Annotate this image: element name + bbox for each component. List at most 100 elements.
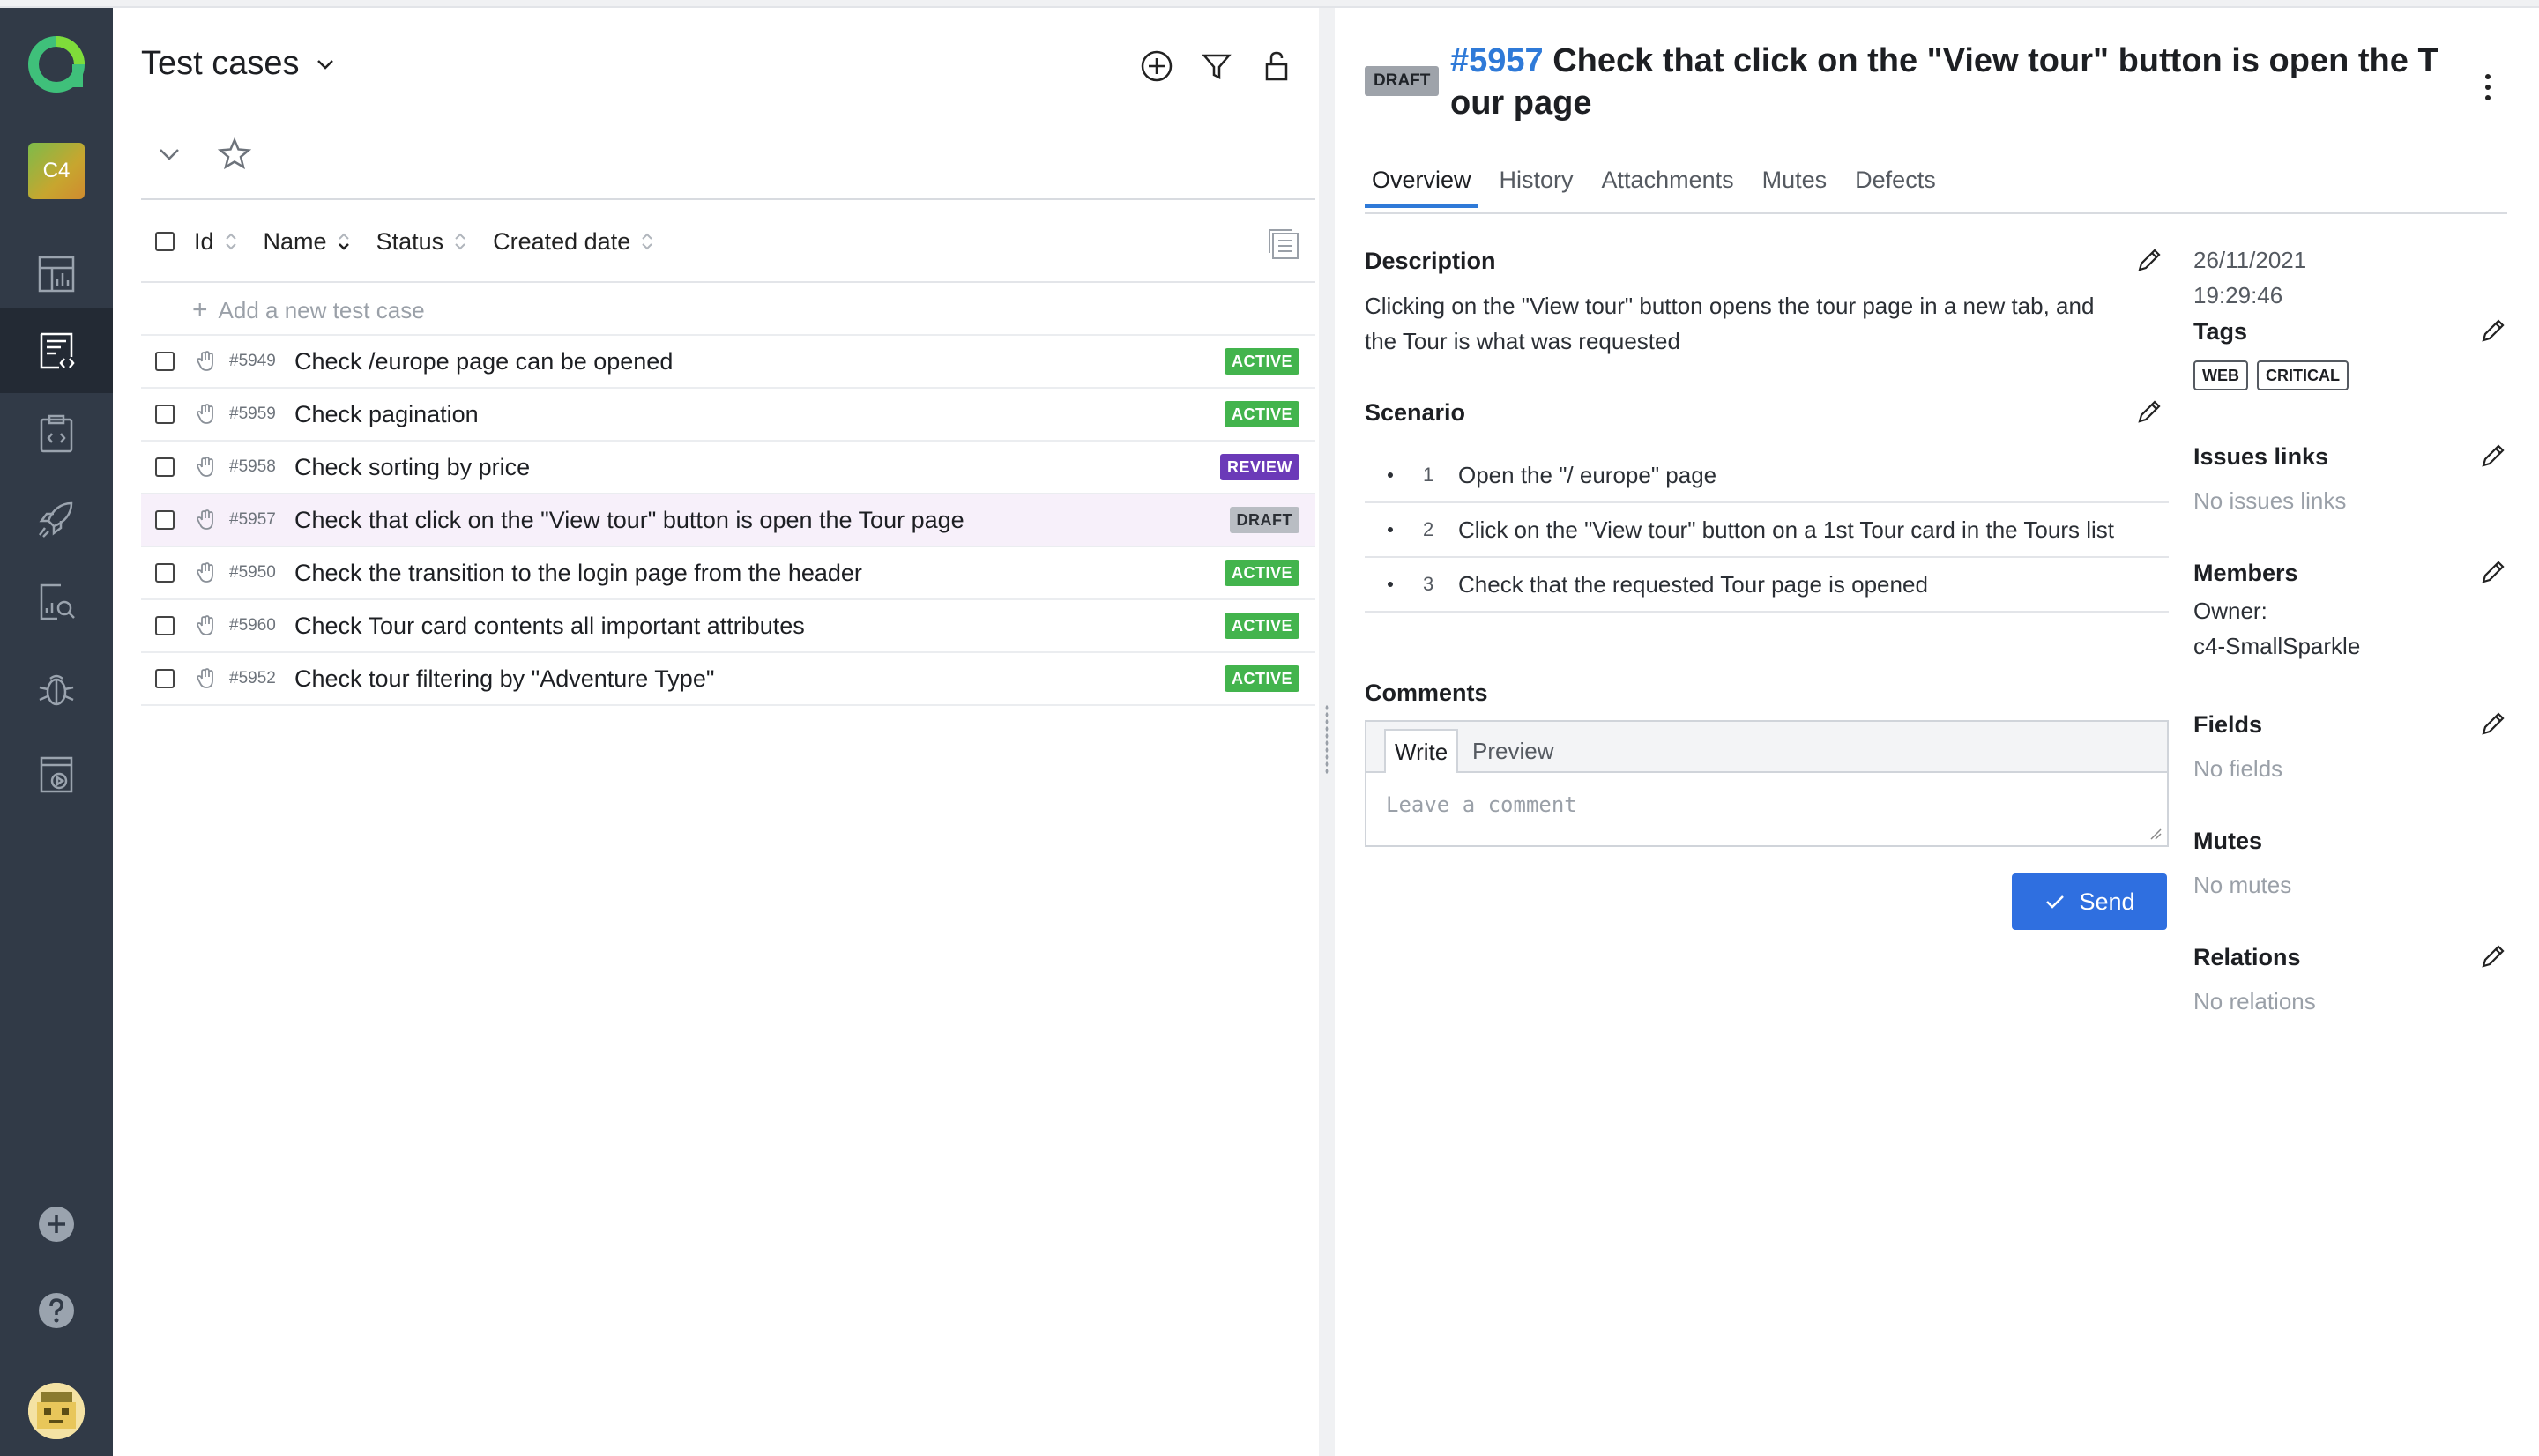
column-created-label: Created date (493, 227, 631, 255)
add-icon (39, 1207, 74, 1242)
row-checkbox[interactable] (155, 616, 175, 635)
row-checkbox[interactable] (155, 563, 175, 583)
sidebar-item-launches[interactable] (0, 476, 113, 561)
test-cases-icon (40, 332, 75, 369)
sidebar-item-analytics[interactable] (0, 560, 113, 644)
pane-resize-handle[interactable] (1319, 8, 1335, 1456)
scenario-step: 1 Open the "/ europe" page (1365, 449, 2169, 503)
row-checkbox[interactable] (155, 669, 175, 688)
sidebar-item-jobs[interactable] (0, 732, 113, 817)
step-number: 1 (1423, 464, 1434, 486)
filter-button[interactable] (1197, 47, 1236, 85)
table-row-selected[interactable]: #5957 Check that click on the "View tour… (141, 493, 1315, 546)
send-label: Send (2079, 888, 2135, 915)
description-line: the Tour is what was requested (1365, 328, 1680, 354)
scenario-step: 2 Click on the "View tour" button on a 1… (1365, 503, 2169, 558)
step-number: 3 (1423, 573, 1434, 595)
manual-hand-icon (197, 509, 213, 530)
row-name: Check Tour card contents all important a… (294, 612, 805, 639)
test-case-title-line2: our page (1450, 85, 1592, 122)
collapse-chevron-icon[interactable] (152, 137, 187, 172)
row-checkbox[interactable] (155, 510, 175, 530)
sidebar-help-button[interactable] (0, 1268, 113, 1353)
test-case-title-line1: Check that click on the "View tour" butt… (1552, 42, 2438, 79)
manual-hand-icon (197, 615, 213, 635)
table-row[interactable]: #5949 Check /europe page can be opened A… (141, 334, 1315, 387)
row-checkbox[interactable] (155, 457, 175, 477)
resize-handle-icon[interactable] (2149, 828, 2162, 840)
relations-empty: No relations (2193, 988, 2316, 1014)
test-cases-list-pane: Test cases Id Name Status Created date +… (113, 8, 1319, 1456)
description-line: Clicking on the "View tour" button opens… (1365, 293, 2095, 319)
select-all-checkbox[interactable] (155, 232, 175, 251)
lock-button[interactable] (1257, 47, 1296, 85)
row-name: Check that click on the "View tour" butt… (294, 506, 964, 533)
divider (141, 281, 1315, 283)
manual-hand-icon (197, 404, 213, 424)
step-text: Click on the "View tour" button on a 1st… (1458, 516, 2114, 543)
row-name: Check the transition to the login page f… (294, 559, 862, 586)
edit-scenario-icon[interactable] (2135, 397, 2163, 426)
description-text: Clicking on the "View tour" button opens… (1365, 288, 2176, 359)
row-id: #5958 (229, 457, 276, 476)
column-created-header[interactable]: Created date (493, 228, 655, 256)
status-badge: REVIEW (1219, 454, 1299, 480)
row-checkbox[interactable] (155, 405, 175, 424)
tag-web[interactable]: WEB (2193, 360, 2248, 390)
sidebar-add-button[interactable] (0, 1182, 113, 1267)
fields-empty: No fields (2193, 755, 2283, 782)
tab-mutes[interactable]: Mutes (1755, 160, 1835, 205)
project-avatar[interactable]: C4 (28, 143, 85, 199)
table-row[interactable]: #5952 Check tour filtering by "Adventure… (141, 651, 1315, 706)
send-comment-button[interactable]: Send (2012, 873, 2167, 930)
created-date: 26/11/2021 19:29:46 (2193, 242, 2306, 313)
table-row[interactable]: #5958 Check sorting by price REVIEW (141, 440, 1315, 493)
edit-tags-icon[interactable] (2479, 316, 2507, 345)
sidebar-item-test-cases[interactable] (0, 308, 113, 393)
test-cases-title-dropdown[interactable]: Test cases (141, 45, 339, 83)
manual-hand-icon (197, 457, 213, 477)
column-name-header[interactable]: Name (264, 228, 352, 256)
edit-description-icon[interactable] (2135, 246, 2163, 274)
tab-defects[interactable]: Defects (1848, 160, 1943, 205)
comment-textarea[interactable]: Leave a comment (1386, 792, 1577, 817)
add-test-case-placeholder: Add a new test case (218, 296, 425, 323)
table-row[interactable]: #5950 Check the transition to the login … (141, 546, 1315, 598)
edit-members-icon[interactable] (2479, 558, 2507, 586)
column-status-header[interactable]: Status (376, 228, 469, 256)
tab-attachments[interactable]: Attachments (1595, 160, 1741, 205)
created-time-value: 19:29:46 (2193, 282, 2283, 308)
scenario-step: 3 Check that the requested Tour page is … (1365, 558, 2169, 613)
avatar[interactable] (28, 1383, 85, 1439)
table-row[interactable]: #5959 Check pagination ACTIVE (141, 387, 1315, 440)
sidebar-item-dashboards[interactable] (0, 232, 113, 316)
column-id-header[interactable]: Id (194, 228, 239, 256)
test-case-number[interactable]: #5957 (1450, 42, 1544, 79)
test-case-title: #5957 Check that click on the "View tour… (1450, 40, 2455, 124)
edit-issues-icon[interactable] (2479, 442, 2507, 470)
add-test-case-row[interactable]: + Add a new test case (192, 288, 425, 332)
column-settings-icon[interactable] (1266, 227, 1301, 262)
more-options-icon[interactable] (2477, 70, 2498, 105)
status-badge: ACTIVE (1224, 348, 1299, 375)
row-checkbox[interactable] (155, 352, 175, 371)
edit-relations-icon[interactable] (2479, 942, 2507, 970)
row-id: #5950 (229, 563, 276, 582)
add-test-case-button[interactable] (1137, 47, 1176, 85)
detail-tabs: Overview History Attachments Mutes Defec… (1365, 160, 2507, 214)
sidebar-item-defects[interactable] (0, 646, 113, 731)
comment-tab-write[interactable]: Write (1384, 729, 1459, 773)
tab-overview[interactable]: Overview (1365, 160, 1478, 208)
app-logo-icon[interactable] (25, 33, 88, 96)
star-icon[interactable] (217, 137, 252, 172)
manual-hand-icon (197, 351, 213, 371)
table-row[interactable]: #5960 Check Tour card contents all impor… (141, 598, 1315, 651)
edit-fields-icon[interactable] (2479, 709, 2507, 738)
sidebar-item-test-plans[interactable] (0, 392, 113, 477)
comments-label: Comments (1365, 680, 1488, 706)
status-badge: DRAFT (1229, 507, 1299, 533)
bullet-icon (1388, 472, 1393, 478)
comment-tab-preview[interactable]: Preview (1463, 731, 1562, 771)
tag-critical[interactable]: CRITICAL (2257, 360, 2349, 390)
tab-history[interactable]: History (1493, 160, 1581, 205)
